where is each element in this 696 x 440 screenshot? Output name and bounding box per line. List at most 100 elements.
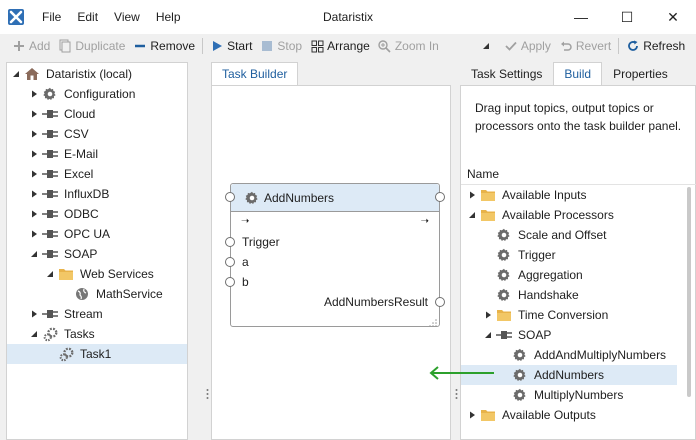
collapsed-arrow-icon[interactable] [467, 190, 477, 200]
tree-item-tasks[interactable]: Tasks [7, 324, 187, 344]
input-label-trigger: Trigger [242, 235, 280, 249]
tab-task-settings[interactable]: Task Settings [460, 62, 553, 86]
globe-icon [74, 286, 90, 302]
expanded-arrow-icon[interactable] [467, 210, 477, 220]
collapsed-arrow-icon[interactable] [29, 189, 39, 199]
output-port-result[interactable] [435, 297, 445, 307]
menu-edit[interactable]: Edit [69, 0, 106, 34]
input-port-trigger[interactable] [225, 237, 235, 247]
tree-item-influxdb[interactable]: InfluxDB [7, 184, 187, 204]
close-button[interactable]: ✕ [650, 0, 696, 34]
zoom-in-button[interactable]: Zoom In [374, 35, 443, 57]
gear-icon [244, 190, 260, 206]
arrange-button[interactable]: Arrange [306, 35, 374, 57]
maximize-button[interactable]: ☐ [604, 0, 650, 34]
node-header-left-port[interactable] [225, 192, 235, 202]
add-button[interactable]: Add [8, 35, 54, 57]
vertical-scrollbar[interactable] [685, 187, 693, 401]
name-column-header[interactable]: Name [461, 163, 696, 185]
stop-button[interactable]: Stop [256, 35, 306, 57]
collapsed-arrow-icon[interactable] [29, 229, 39, 239]
start-button[interactable]: Start [206, 35, 256, 57]
input-port-a[interactable] [225, 257, 235, 267]
tree-item-label: Trigger [518, 248, 556, 262]
refresh-button[interactable]: Refresh [622, 35, 689, 57]
collapsed-arrow-icon[interactable] [29, 149, 39, 159]
collapsed-arrow-icon[interactable] [29, 309, 39, 319]
available-item-available-processors[interactable]: Available Processors [461, 205, 696, 225]
tab-build[interactable]: Build [553, 62, 603, 86]
collapsed-arrow-icon[interactable] [483, 310, 493, 320]
tab-properties[interactable]: Properties [602, 62, 679, 86]
remove-button[interactable]: Remove [129, 35, 199, 57]
stop-icon [260, 39, 274, 53]
collapsed-arrow-icon[interactable] [29, 169, 39, 179]
duplicate-button[interactable]: Duplicate [54, 35, 129, 57]
flow-in-arrow-icon: ➝ [241, 216, 250, 227]
collapsed-arrow-icon[interactable] [29, 129, 39, 139]
tree-item-configuration[interactable]: Configuration [7, 84, 187, 104]
menu-file[interactable]: File [34, 0, 69, 34]
input-port-b[interactable] [225, 277, 235, 287]
tree-item-soap[interactable]: SOAP [7, 244, 187, 264]
play-icon [210, 39, 224, 53]
available-item-time-conversion[interactable]: Time Conversion [461, 305, 696, 325]
menu-view[interactable]: View [106, 0, 148, 34]
expanded-arrow-icon[interactable] [11, 69, 21, 79]
available-item-scale-and-offset[interactable]: Scale and Offset [461, 225, 696, 245]
right-splitter[interactable] [455, 388, 459, 404]
title-bar: File Edit View Help Dataristix — ☐ ✕ [0, 0, 696, 34]
toolbar-overflow-button[interactable] [475, 35, 500, 57]
folder-icon [480, 207, 496, 223]
tree-item-odbc[interactable]: ODBC [7, 204, 187, 224]
tree-item-e-mail[interactable]: E-Mail [7, 144, 187, 164]
tree-item-opc-ua[interactable]: OPC UA [7, 224, 187, 244]
tree-item-mathservice[interactable]: MathService [7, 284, 187, 304]
tree-item-excel[interactable]: Excel [7, 164, 187, 184]
tree-item-cloud[interactable]: Cloud [7, 104, 187, 124]
node-header[interactable]: AddNumbers [231, 184, 439, 212]
expanded-arrow-icon[interactable] [483, 330, 493, 340]
tree-item-web-services[interactable]: Web Services [7, 264, 187, 284]
available-item-soap[interactable]: SOAP [461, 325, 696, 345]
plug-icon [42, 126, 58, 142]
available-item-available-inputs[interactable]: Available Inputs [461, 185, 696, 205]
node-header-right-port[interactable] [435, 192, 445, 202]
expanded-arrow-icon[interactable] [29, 329, 39, 339]
menu-help[interactable]: Help [148, 0, 189, 34]
available-item-available-outputs[interactable]: Available Outputs [461, 405, 696, 425]
revert-button[interactable]: Revert [555, 35, 615, 57]
expanded-arrow-icon[interactable] [29, 249, 39, 259]
home-icon [24, 66, 40, 82]
task-builder-area: Task Builder AddNumbers ➝ ➝ Trigger a b … [211, 62, 451, 440]
check-icon [504, 39, 518, 53]
apply-button[interactable]: Apply [500, 35, 555, 57]
collapsed-arrow-icon[interactable] [29, 109, 39, 119]
tab-task-builder[interactable]: Task Builder [211, 62, 299, 86]
expanded-arrow-icon[interactable] [45, 269, 55, 279]
collapsed-arrow-icon[interactable] [29, 209, 39, 219]
available-item-aggregation[interactable]: Aggregation [461, 265, 696, 285]
task-builder-canvas[interactable]: AddNumbers ➝ ➝ Trigger a b AddNumbersRes… [211, 85, 451, 440]
tree-item-csv[interactable]: CSV [7, 124, 187, 144]
gear-icon [496, 247, 512, 263]
node-title: AddNumbers [264, 190, 335, 205]
resize-grip-icon[interactable] [429, 316, 437, 327]
folder-icon [480, 187, 496, 203]
minimize-button[interactable]: — [558, 0, 604, 34]
tree-root[interactable]: Dataristix (local) [7, 64, 187, 84]
tree-item-label: Available Inputs [502, 188, 587, 202]
available-item-addandmultiplynumbers[interactable]: AddAndMultiplyNumbers [461, 345, 696, 365]
processor-node-addnumbers[interactable]: AddNumbers ➝ ➝ Trigger a b AddNumbersRes… [225, 183, 445, 327]
tree-item-stream[interactable]: Stream [7, 304, 187, 324]
left-splitter[interactable] [206, 388, 210, 404]
available-item-trigger[interactable]: Trigger [461, 245, 696, 265]
tree-item-task1[interactable]: Task1 [7, 344, 187, 364]
available-item-multiplynumbers[interactable]: MultiplyNumbers [461, 385, 696, 405]
undo-icon [559, 39, 573, 53]
collapsed-arrow-icon[interactable] [29, 89, 39, 99]
plug-icon [42, 306, 58, 322]
available-item-handshake[interactable]: Handshake [461, 285, 696, 305]
collapsed-arrow-icon[interactable] [467, 410, 477, 420]
